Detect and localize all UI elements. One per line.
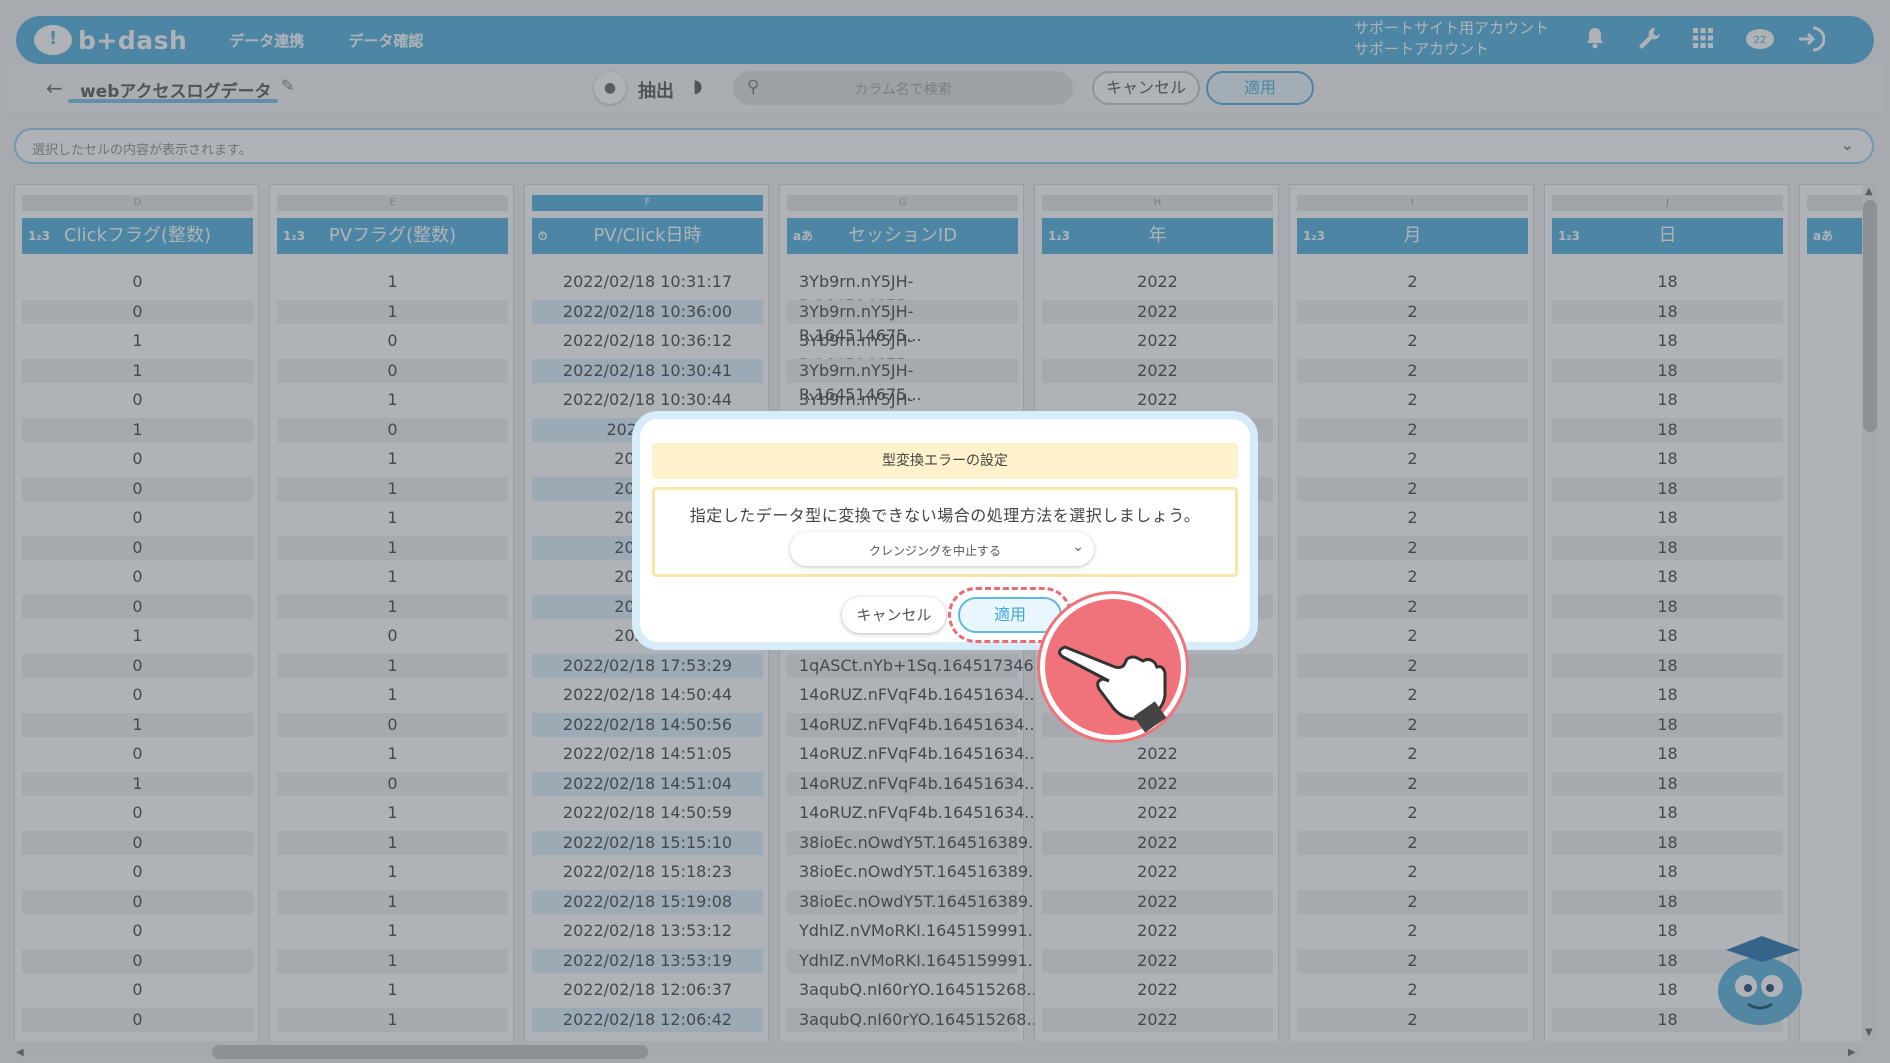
pointing-hand-icon [1040,594,1186,740]
dialog-cancel-button[interactable]: キャンセル [842,597,946,633]
dialog-message: 指定したデータ型に変換できない場合の処理方法を選択しましょう。 [689,506,1201,525]
error-handling-select[interactable]: クレンジングを中止する ⌄ [790,532,1094,566]
chevron-down-icon[interactable]: ⌄ [1072,539,1084,555]
dialog-body: 指定したデータ型に変換できない場合の処理方法を選択しましょう。 クレンジングを中… [652,487,1238,577]
error-handling-selected-value: クレンジングを中止する [868,544,1001,558]
dialog-title: 型変換エラーの設定 [652,443,1238,479]
